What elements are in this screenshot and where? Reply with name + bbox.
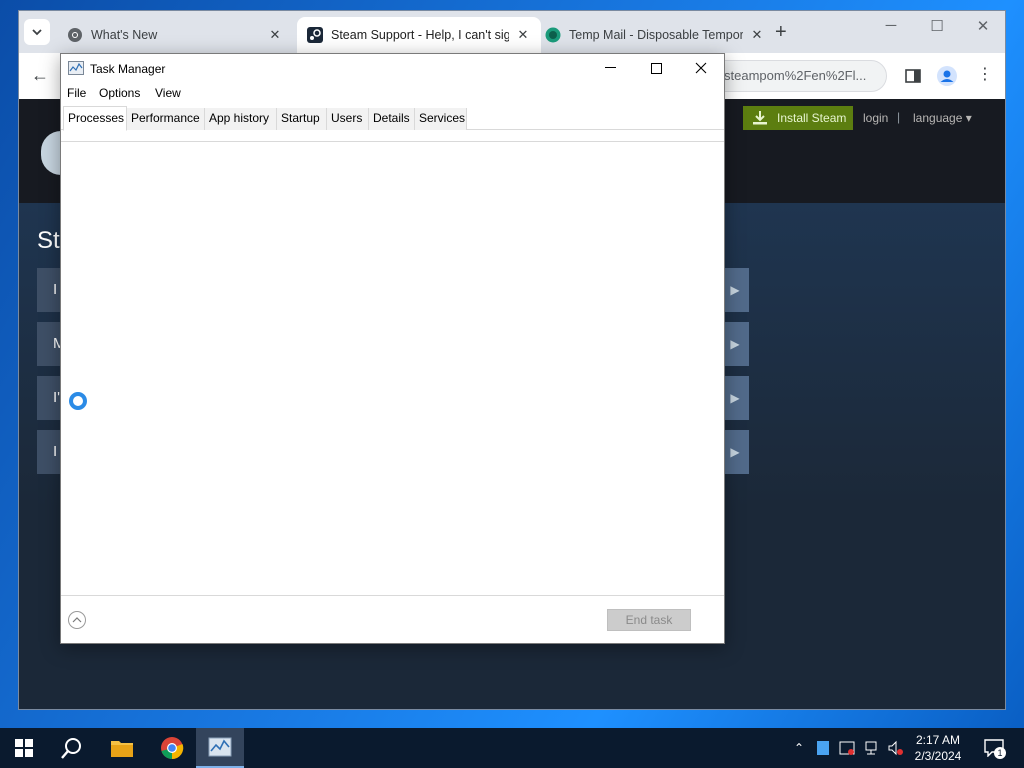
tab-app-history[interactable]: App history — [205, 108, 277, 130]
side-panel-icon[interactable] — [903, 66, 923, 86]
minimize-icon[interactable] — [587, 54, 633, 82]
close-icon[interactable]: ✕ — [515, 27, 531, 43]
tab-startup[interactable]: Startup — [277, 108, 327, 130]
install-steam-button[interactable]: Install Steam — [743, 106, 853, 130]
task-manager-icon[interactable] — [196, 728, 244, 768]
page-title: St — [37, 227, 60, 254]
steam-icon — [307, 27, 323, 43]
task-manager-titlebar[interactable]: Task Manager — [61, 54, 724, 82]
tab-processes[interactable]: Processes — [63, 106, 127, 131]
help-option-label: I — [53, 443, 58, 460]
tray-app-icon[interactable] — [814, 739, 832, 757]
tab-search-button[interactable] — [24, 19, 50, 45]
kebab-menu-icon[interactable]: ⋮ — [975, 64, 995, 84]
tab-temp-mail[interactable]: Temp Mail - Disposable Temporary Email ✕ — [535, 17, 775, 53]
maximize-icon[interactable]: ☐ — [917, 17, 957, 35]
new-tab-button[interactable]: + — [775, 21, 787, 44]
tab-users[interactable]: Users — [327, 108, 369, 130]
tab-details[interactable]: Details — [369, 108, 415, 130]
maximize-icon[interactable] — [633, 54, 679, 82]
search-icon[interactable] — [48, 728, 96, 768]
tab-strip: What's New ✕ Steam Support - Help, I can… — [19, 11, 1005, 53]
tab-performance[interactable]: Performance — [127, 108, 205, 130]
tab-bar: Processes Performance App history Startu… — [61, 106, 724, 131]
help-option-label: I — [53, 281, 58, 298]
close-icon[interactable] — [678, 54, 724, 82]
task-manager-icon — [68, 61, 84, 75]
system-clock[interactable]: 2:17 AM 2/3/2024 — [906, 732, 970, 764]
help-option-label: I' — [53, 389, 61, 406]
chrome-icon — [68, 28, 82, 42]
tab-title: Temp Mail - Disposable Temporary Email — [569, 28, 743, 42]
menu-view[interactable]: View — [155, 86, 181, 100]
tab-steam-support[interactable]: Steam Support - Help, I can't sign in ✕ — [297, 17, 541, 53]
login-link[interactable]: login — [863, 111, 888, 125]
tempmail-icon — [545, 27, 561, 43]
play-arrow-icon: ▶ — [721, 322, 749, 366]
menu-file[interactable]: File — [67, 86, 86, 100]
close-icon[interactable]: ✕ — [267, 27, 283, 43]
start-icon[interactable] — [0, 728, 48, 768]
volume-muted-icon[interactable] — [886, 739, 904, 757]
play-arrow-icon: ▶ — [721, 430, 749, 474]
download-icon — [753, 111, 767, 125]
task-manager-footer: End task — [61, 595, 724, 643]
tab-title: What's New — [91, 28, 158, 42]
tab-title: Steam Support - Help, I can't sign in — [331, 28, 509, 42]
close-icon[interactable]: ✕ — [749, 27, 765, 43]
tab-services[interactable]: Services — [415, 108, 467, 130]
clock-time: 2:17 AM — [915, 733, 961, 747]
processes-list-area — [61, 141, 724, 595]
tab-whats-new[interactable]: What's New ✕ — [57, 17, 293, 53]
chevron-down-icon — [32, 28, 42, 35]
taskbar: ⌃ 2:17 AM 2/3/2024 1 — [0, 728, 1024, 768]
clock-date: 2/3/2024 — [914, 749, 962, 763]
task-manager-window: Task Manager File Options View Processes… — [60, 53, 725, 644]
chrome-icon[interactable] — [148, 728, 196, 768]
menu-options[interactable]: Options — [99, 86, 140, 100]
loading-spinner-icon — [69, 392, 87, 410]
menu-bar: File Options View — [61, 83, 724, 103]
end-task-button[interactable]: End task — [607, 609, 691, 631]
language-dropdown[interactable]: language ▾ — [913, 111, 972, 125]
back-arrow-icon[interactable]: ← — [31, 65, 49, 86]
fewer-details-chevron-up-icon[interactable] — [68, 611, 86, 629]
minimize-icon[interactable]: ─ — [871, 17, 911, 34]
close-window-icon[interactable]: ✕ — [963, 17, 1003, 35]
play-arrow-icon: ▶ — [721, 376, 749, 420]
file-explorer-icon[interactable] — [98, 728, 146, 768]
chevron-up-icon[interactable]: ⌃ — [790, 739, 808, 757]
notification-count-badge: 1 — [994, 747, 1006, 759]
profile-avatar-icon[interactable] — [937, 66, 957, 86]
play-arrow-icon: ▶ — [721, 268, 749, 312]
network-icon[interactable] — [862, 739, 880, 757]
notification-center-icon[interactable]: 1 — [982, 739, 1006, 759]
window-title: Task Manager — [90, 62, 166, 76]
security-icon[interactable] — [838, 739, 856, 757]
nav-separator: | — [897, 110, 901, 124]
install-steam-label: Install Steam — [777, 111, 847, 125]
